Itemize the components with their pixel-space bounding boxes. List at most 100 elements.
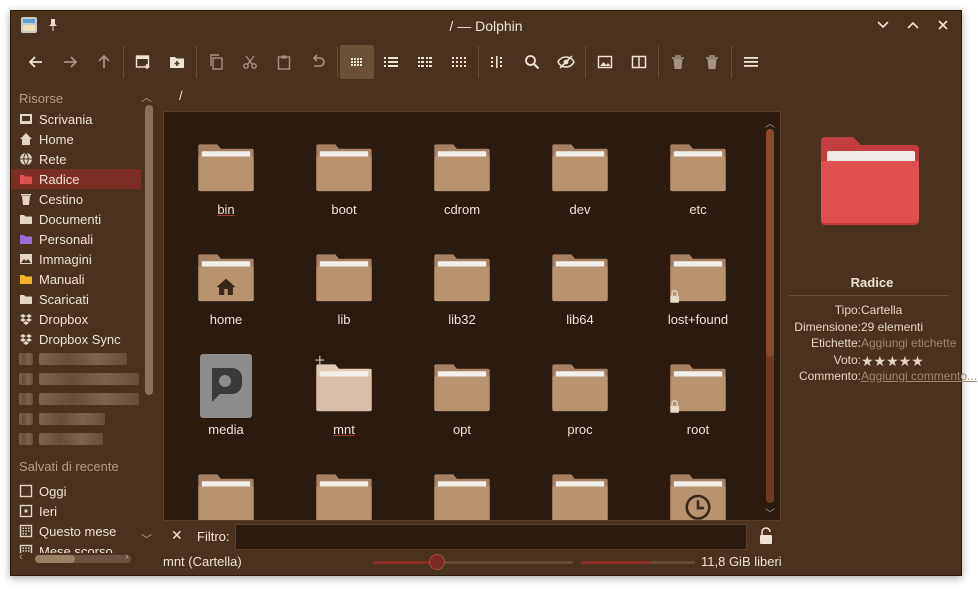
file-item[interactable]	[648, 452, 748, 520]
file-item[interactable]: root	[648, 342, 748, 448]
sidebar-hscroll-thumb[interactable]	[35, 555, 75, 563]
search-button[interactable]	[515, 45, 549, 79]
file-item[interactable]: cdrom	[412, 122, 512, 228]
sidebar-item-oggi[interactable]: Oggi	[11, 481, 141, 501]
preview-button[interactable]	[588, 45, 622, 79]
file-item[interactable]: dev	[530, 122, 630, 228]
info-property-value[interactable]: Aggiungi etichette	[861, 336, 956, 350]
sidebar-item-label: Cestino	[39, 191, 84, 207]
maximize-button[interactable]	[905, 16, 921, 34]
redacted-item[interactable]	[11, 369, 141, 389]
sidebar-item-personali[interactable]: Personali	[11, 229, 141, 249]
view-scroll-up-icon[interactable]: ︿	[765, 115, 775, 130]
file-item[interactable]: boot	[294, 122, 394, 228]
forward-button[interactable]	[53, 45, 87, 79]
trash-button[interactable]	[661, 45, 695, 79]
file-item[interactable]	[412, 452, 512, 520]
zoom-slider-handle[interactable]	[429, 554, 445, 570]
file-item[interactable]	[176, 452, 276, 520]
file-item[interactable]: home	[176, 232, 276, 338]
redacted-item[interactable]	[11, 389, 141, 409]
file-item-icon	[430, 464, 494, 520]
folder-icon	[434, 144, 490, 192]
redacted-item[interactable]	[11, 349, 141, 369]
sidebar-item-immagini[interactable]: Immagini	[11, 249, 141, 269]
sidebar-scroll-up-icon[interactable]: ︿	[141, 89, 152, 105]
icons-view-button[interactable]	[340, 45, 374, 79]
filter-input[interactable]	[235, 524, 747, 550]
file-view[interactable]: bin boot cdrom dev etc home lib lib32 li…	[163, 111, 781, 521]
file-item[interactable]: lib	[294, 232, 394, 338]
view-scroll-down-icon[interactable]: ﹀	[765, 505, 775, 520]
file-item-icon	[548, 464, 612, 520]
split-view-button[interactable]	[622, 45, 656, 79]
sidebar-scrollbar[interactable]	[145, 105, 153, 395]
sidebar-item-label: Radice	[39, 171, 80, 187]
tree-view-button[interactable]	[442, 45, 476, 79]
info-property-value: Cartella	[861, 303, 903, 317]
sidebar-item-rete[interactable]: Rete	[11, 149, 141, 169]
sidebar-item-ieri[interactable]: Ieri	[11, 501, 141, 521]
delete-button[interactable]	[695, 45, 729, 79]
columns-button[interactable]	[481, 45, 515, 79]
file-item[interactable]: lib64	[530, 232, 630, 338]
compact-view-button[interactable]	[408, 45, 442, 79]
sidebar-item-mese-scorso[interactable]: Mese scorso	[11, 541, 141, 553]
info-property-value[interactable]: ★★★★★	[861, 353, 924, 370]
file-item[interactable]	[294, 452, 394, 520]
sidebar-item-scaricati[interactable]: Scaricati	[11, 289, 141, 309]
sidebar-item-documenti[interactable]: Documenti	[11, 209, 141, 229]
sidebar-item-home[interactable]: Home	[11, 129, 141, 149]
file-item[interactable]: lost+found	[648, 232, 748, 338]
file-item[interactable]: mnt	[294, 342, 394, 448]
sidebar-item-manuali[interactable]: Manuali	[11, 269, 141, 289]
hidden-files-button[interactable]	[549, 45, 583, 79]
file-item[interactable]: opt	[412, 342, 512, 448]
sidebar-scroll-left-icon[interactable]: ‹	[19, 551, 23, 563]
status-bar: mnt (Cartella) 11,8 GiB liberi	[163, 553, 953, 571]
lock-icon[interactable]	[759, 527, 775, 545]
sidebar-item-dropbox[interactable]: Dropbox	[11, 309, 141, 329]
file-item[interactable]	[530, 452, 630, 520]
new-folder-icon	[170, 57, 184, 68]
sidebar-item-questo-mese[interactable]: Questo mese	[11, 521, 141, 541]
back-button[interactable]	[19, 45, 53, 79]
paste-button[interactable]	[267, 45, 301, 79]
close-filter-icon[interactable]: ✕	[171, 527, 183, 544]
new-folder-button[interactable]	[160, 45, 194, 79]
home-icon	[20, 133, 32, 145]
sidebar-item-cestino[interactable]: Cestino	[11, 189, 141, 209]
sidebar-item-dropbox-sync[interactable]: Dropbox Sync	[11, 329, 141, 349]
up-button[interactable]	[87, 45, 121, 79]
sidebar-scroll-down-icon[interactable]: ﹀	[141, 531, 152, 547]
breadcrumb[interactable]: /	[179, 88, 183, 103]
file-item[interactable]: media	[176, 342, 276, 448]
close-button[interactable]	[935, 16, 951, 34]
file-item-label: cdrom	[443, 202, 481, 217]
file-item-label: lib32	[448, 312, 476, 327]
info-property-value[interactable]: Aggiungi commento...	[861, 369, 977, 383]
minimize-button[interactable]	[875, 16, 891, 34]
redacted-item[interactable]	[11, 429, 141, 449]
file-item[interactable]: lib32	[412, 232, 512, 338]
folder-icon	[434, 474, 490, 520]
file-item[interactable]: bin	[176, 122, 276, 228]
sidebar-scroll-right-icon[interactable]: ›	[125, 551, 129, 563]
undo-button[interactable]	[301, 45, 335, 79]
file-item-icon	[430, 244, 494, 308]
grid-dots-icon	[452, 57, 466, 67]
copy-button[interactable]	[199, 45, 233, 79]
folder-red-icon	[20, 175, 32, 184]
compact-view-icon	[418, 57, 432, 67]
file-item[interactable]: proc	[530, 342, 630, 448]
details-view-button[interactable]	[374, 45, 408, 79]
view-scroll-thumb[interactable]	[766, 129, 774, 357]
sidebar-item-radice[interactable]: Radice	[11, 169, 141, 189]
cut-button[interactable]	[233, 45, 267, 79]
new-window-button[interactable]	[126, 45, 160, 79]
file-item[interactable]: etc	[648, 122, 748, 228]
locked-folder-icon	[670, 254, 726, 303]
sidebar-item-scrivania[interactable]: Scrivania	[11, 109, 141, 129]
menu-button[interactable]	[734, 45, 768, 79]
redacted-item[interactable]	[11, 409, 141, 429]
